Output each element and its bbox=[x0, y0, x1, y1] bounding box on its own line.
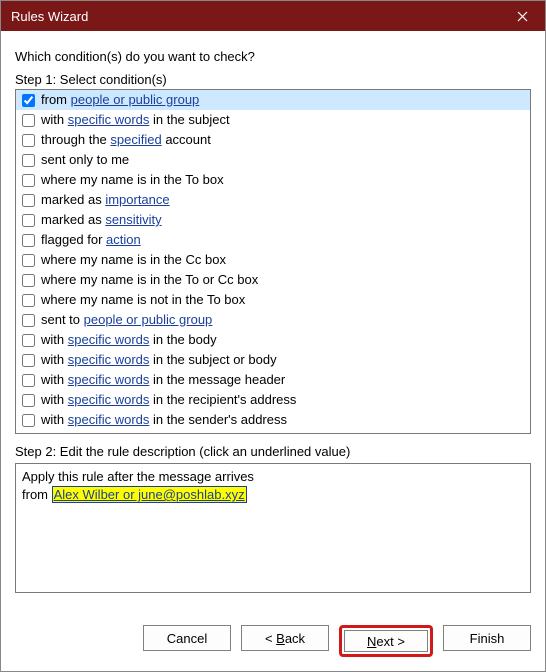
condition-checkbox[interactable] bbox=[22, 114, 35, 127]
condition-row[interactable]: sent to people or public group bbox=[16, 310, 530, 330]
back-button[interactable]: < Back bbox=[241, 625, 329, 651]
condition-text: with specific words in the recipient's a… bbox=[41, 391, 296, 409]
condition-value-link[interactable]: specified bbox=[110, 132, 161, 147]
finish-button[interactable]: Finish bbox=[443, 625, 531, 651]
condition-text: where my name is in the To or Cc box bbox=[41, 271, 258, 289]
condition-value-link[interactable]: importance bbox=[105, 192, 169, 207]
condition-value-link[interactable]: specific words bbox=[68, 112, 150, 127]
condition-row[interactable]: with specific words in the body bbox=[16, 330, 530, 350]
condition-checkbox[interactable] bbox=[22, 214, 35, 227]
rules-wizard-window: Rules Wizard Which condition(s) do you w… bbox=[0, 0, 546, 672]
condition-text: through the specified account bbox=[41, 131, 211, 149]
wizard-content: Which condition(s) do you want to check?… bbox=[1, 31, 545, 613]
condition-row[interactable]: marked as sensitivity bbox=[16, 210, 530, 230]
wizard-prompt: Which condition(s) do you want to check? bbox=[15, 49, 531, 64]
condition-row[interactable]: where my name is in the To box bbox=[16, 170, 530, 190]
condition-value-link[interactable]: specific words bbox=[68, 372, 150, 387]
condition-checkbox[interactable] bbox=[22, 354, 35, 367]
condition-value-link[interactable]: category bbox=[111, 432, 161, 434]
condition-row[interactable]: marked as importance bbox=[16, 190, 530, 210]
condition-text: flagged for action bbox=[41, 231, 141, 249]
condition-row[interactable]: where my name is not in the To box bbox=[16, 290, 530, 310]
next-button[interactable]: Next > bbox=[344, 630, 428, 652]
condition-checkbox[interactable] bbox=[22, 254, 35, 267]
description-line: from Alex Wilber or june@poshlab.xyz bbox=[22, 486, 524, 504]
condition-checkbox[interactable] bbox=[22, 94, 35, 107]
close-icon bbox=[517, 11, 528, 22]
condition-text: marked as sensitivity bbox=[41, 211, 162, 229]
next-button-highlight: Next > bbox=[339, 625, 433, 657]
condition-text: with specific words in the message heade… bbox=[41, 371, 285, 389]
condition-checkbox[interactable] bbox=[22, 134, 35, 147]
condition-checkbox[interactable] bbox=[22, 174, 35, 187]
condition-checkbox[interactable] bbox=[22, 394, 35, 407]
condition-text: sent only to me bbox=[41, 151, 129, 169]
condition-checkbox[interactable] bbox=[22, 294, 35, 307]
condition-row[interactable]: from people or public group bbox=[16, 90, 530, 110]
condition-row[interactable]: with specific words in the sender's addr… bbox=[16, 410, 530, 430]
description-value-link[interactable]: Alex Wilber or june@poshlab.xyz bbox=[52, 486, 247, 503]
condition-text: where my name is not in the To box bbox=[41, 291, 245, 309]
condition-text: assigned to category category bbox=[41, 431, 214, 434]
condition-checkbox[interactable] bbox=[22, 234, 35, 247]
condition-text: from people or public group bbox=[41, 91, 199, 109]
condition-checkbox[interactable] bbox=[22, 274, 35, 287]
condition-text: with specific words in the sender's addr… bbox=[41, 411, 287, 429]
step1-label: Step 1: Select condition(s) bbox=[15, 72, 531, 87]
condition-row[interactable]: flagged for action bbox=[16, 230, 530, 250]
condition-checkbox[interactable] bbox=[22, 334, 35, 347]
cancel-button[interactable]: Cancel bbox=[143, 625, 231, 651]
condition-text: with specific words in the subject bbox=[41, 111, 230, 129]
close-button[interactable] bbox=[499, 1, 545, 31]
condition-text: where my name is in the To box bbox=[41, 171, 224, 189]
condition-checkbox[interactable] bbox=[22, 434, 35, 435]
step2-label: Step 2: Edit the rule description (click… bbox=[15, 444, 531, 459]
description-prefix: from bbox=[22, 487, 52, 502]
condition-text: marked as importance bbox=[41, 191, 170, 209]
condition-row[interactable]: where my name is in the To or Cc box bbox=[16, 270, 530, 290]
condition-checkbox[interactable] bbox=[22, 194, 35, 207]
condition-text: with specific words in the subject or bo… bbox=[41, 351, 277, 369]
condition-value-link[interactable]: people or public group bbox=[84, 312, 213, 327]
condition-value-link[interactable]: sensitivity bbox=[105, 212, 161, 227]
titlebar: Rules Wizard bbox=[1, 1, 545, 31]
description-line: Apply this rule after the message arrive… bbox=[22, 468, 524, 486]
condition-row[interactable]: with specific words in the subject or bo… bbox=[16, 350, 530, 370]
condition-value-link[interactable]: people or public group bbox=[71, 92, 200, 107]
conditions-listbox[interactable]: from people or public group with specific… bbox=[15, 89, 531, 434]
condition-row[interactable]: through the specified account bbox=[16, 130, 530, 150]
rule-description-box: Apply this rule after the message arrive… bbox=[15, 463, 531, 593]
condition-row[interactable]: with specific words in the message heade… bbox=[16, 370, 530, 390]
condition-value-link[interactable]: specific words bbox=[68, 352, 150, 367]
condition-row[interactable]: with specific words in the recipient's a… bbox=[16, 390, 530, 410]
condition-row[interactable]: assigned to category category bbox=[16, 430, 530, 434]
condition-row[interactable]: with specific words in the subject bbox=[16, 110, 530, 130]
condition-value-link[interactable]: action bbox=[106, 232, 141, 247]
condition-row[interactable]: sent only to me bbox=[16, 150, 530, 170]
condition-value-link[interactable]: specific words bbox=[68, 412, 150, 427]
condition-text: sent to people or public group bbox=[41, 311, 212, 329]
condition-row[interactable]: where my name is in the Cc box bbox=[16, 250, 530, 270]
condition-text: with specific words in the body bbox=[41, 331, 217, 349]
condition-checkbox[interactable] bbox=[22, 154, 35, 167]
condition-value-link[interactable]: specific words bbox=[68, 392, 150, 407]
condition-value-link[interactable]: specific words bbox=[68, 332, 150, 347]
window-title: Rules Wizard bbox=[11, 9, 88, 24]
condition-checkbox[interactable] bbox=[22, 314, 35, 327]
condition-text: where my name is in the Cc box bbox=[41, 251, 226, 269]
wizard-button-row: Cancel < Back Next > Finish bbox=[1, 613, 545, 671]
condition-checkbox[interactable] bbox=[22, 374, 35, 387]
condition-checkbox[interactable] bbox=[22, 414, 35, 427]
